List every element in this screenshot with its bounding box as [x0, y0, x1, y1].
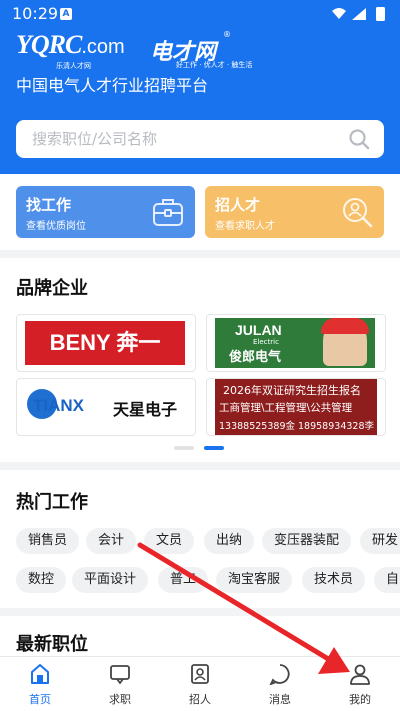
profile-icon: [350, 664, 370, 685]
beny-logo: BENY 奔一: [25, 321, 185, 365]
recruit-icon: [191, 664, 209, 684]
dcw-logo-subtitle: 好工作 · 优人才 · 触生活: [176, 61, 253, 69]
status-bar: 10:29 A: [0, 0, 400, 28]
hot-job-tag[interactable]: 淘宝客服: [216, 567, 293, 593]
header: 10:29 A YQRC.com 乐清人才网 电才网 ® 好工作 · 优人才 ·…: [0, 0, 400, 174]
hot-job-tag[interactable]: 平面设计: [72, 567, 149, 593]
home-icon: [31, 664, 49, 684]
tab-messages[interactable]: 消息: [240, 657, 320, 711]
hot-job-tag[interactable]: 出纳: [204, 528, 255, 554]
brand-julan[interactable]: JULAN Electric 俊郎电气: [206, 314, 386, 372]
role-cards: 找工作 查看优质岗位 招人才 查看求职人才: [0, 174, 400, 250]
battery-icon: [376, 7, 385, 21]
search-input[interactable]: 搜索职位/公司名称: [16, 120, 384, 158]
hot-jobs-title: 热门工作: [16, 492, 88, 513]
hot-job-tag[interactable]: 普工: [158, 567, 209, 593]
briefcase-icon: [153, 199, 183, 226]
tianx-logo-text: TIANX: [33, 396, 84, 415]
tab-profile-label: 我的: [349, 693, 371, 706]
tab-job-search-label: 求职: [109, 693, 131, 706]
tab-messages-label: 消息: [269, 693, 291, 706]
brands-title: 品牌企业: [16, 278, 88, 299]
bottom-tab-bar: 首页 求职 招人 消息 我的: [0, 656, 400, 711]
hot-job-tag[interactable]: 技术员: [302, 567, 366, 593]
brand-ad-graduate[interactable]: 2026年双证研究生招生报名 工商管理\工程管理\公共管理 1338852538…: [206, 378, 386, 436]
hot-job-tag[interactable]: 销售员: [16, 528, 80, 554]
hot-job-tag[interactable]: 自: [374, 567, 400, 593]
tab-home-label: 首页: [29, 693, 51, 706]
latest-jobs-section: 最新职位: [0, 616, 400, 656]
tab-home[interactable]: 首页: [0, 657, 80, 711]
wifi-icon: [332, 8, 346, 19]
search-placeholder: 搜索职位/公司名称: [32, 130, 158, 148]
notification-a-icon: A: [60, 8, 72, 20]
hire-talent-title: 招人才: [215, 196, 261, 214]
hot-jobs-section: 热门工作 销售员 会计 文员 出纳 变压器装配 研发 数控 平面设计 普工 淘宝…: [0, 470, 400, 608]
search-icon[interactable]: [348, 128, 370, 150]
hire-talent-card[interactable]: 招人才 查看求职人才: [205, 186, 384, 238]
latest-jobs-title: 最新职位: [16, 634, 88, 655]
tab-job-search[interactable]: 求职: [80, 657, 160, 711]
job-search-icon: [110, 665, 130, 685]
julan-helmet-image: [321, 318, 369, 334]
find-job-subtitle: 查看优质岗位: [26, 221, 86, 232]
carousel-dot[interactable]: [174, 446, 194, 450]
tab-recruit[interactable]: 招人: [160, 657, 240, 711]
hot-job-tag[interactable]: 文员: [144, 528, 195, 554]
brand-tianx[interactable]: TIANX 天星电子: [16, 378, 196, 436]
find-job-card[interactable]: 找工作 查看优质岗位: [16, 186, 195, 238]
hot-job-tag[interactable]: 研发: [360, 528, 400, 554]
hire-talent-subtitle: 查看求职人才: [215, 221, 275, 232]
graduate-ad-banner: 2026年双证研究生招生报名 工商管理\工程管理\公共管理 1338852538…: [215, 379, 377, 435]
yqrc-logo-subtitle: 乐清人才网: [56, 62, 91, 70]
brand-beny[interactable]: BENY 奔一: [16, 314, 196, 372]
brand-companies-section: 品牌企业 BENY 奔一 JULAN Electric 俊郎电气 TIANX 天…: [0, 258, 400, 462]
status-time: 10:29: [12, 4, 59, 23]
platform-tagline: 中国电气人才行业招聘平台: [16, 76, 209, 95]
carousel-dot-active[interactable]: [204, 446, 224, 450]
yqrc-logo: YQRC.com: [16, 30, 125, 59]
tianx-logo-cn: 天星电子: [113, 400, 178, 419]
talent-search-icon: [343, 198, 373, 228]
carousel-indicator: [174, 446, 226, 450]
message-icon: [269, 664, 290, 685]
signal-icon: [352, 8, 366, 20]
hot-job-tag[interactable]: 变压器装配: [262, 528, 352, 554]
julan-logo: JULAN Electric 俊郎电气: [215, 318, 375, 368]
tab-recruit-label: 招人: [189, 693, 211, 706]
hot-job-tag[interactable]: 数控: [16, 567, 67, 593]
tab-profile[interactable]: 我的: [320, 657, 400, 711]
find-job-title: 找工作: [26, 196, 72, 214]
hot-job-tag[interactable]: 会计: [86, 528, 137, 554]
registered-mark: ®: [223, 30, 231, 39]
status-icons: [332, 7, 385, 21]
